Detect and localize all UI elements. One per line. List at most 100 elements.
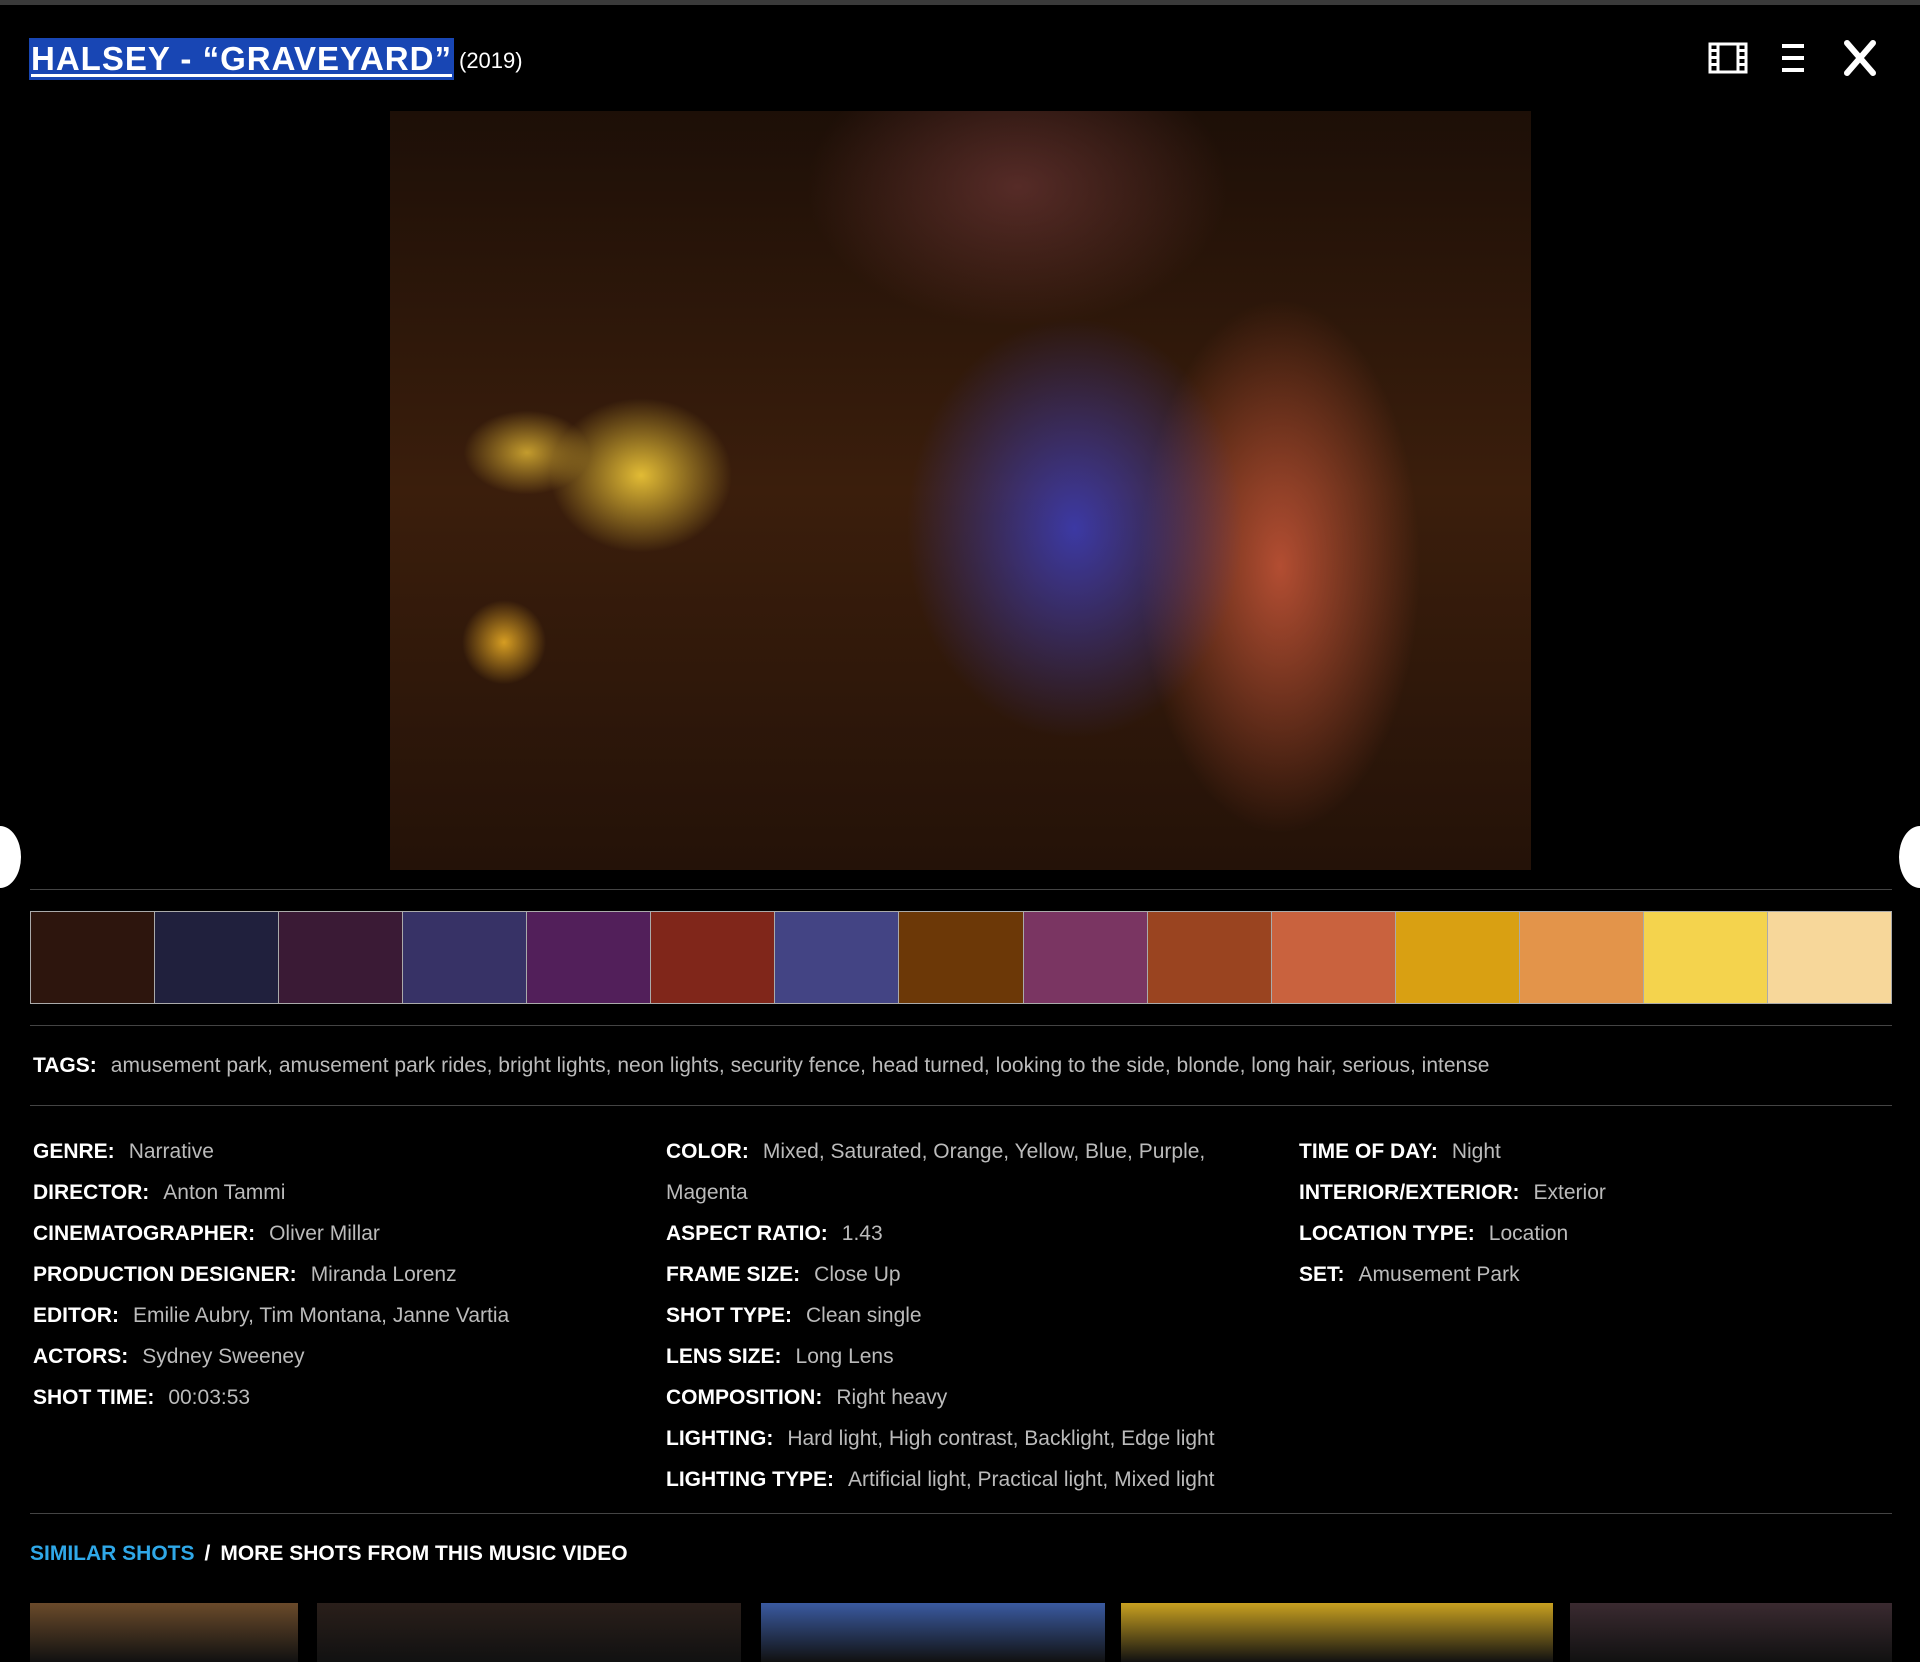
detail-label: LOCATION TYPE: (1299, 1222, 1475, 1245)
divider (30, 1105, 1892, 1106)
header: HALSEY - “GRAVEYARD” (2019) (29, 34, 1880, 84)
detail-value[interactable]: Miranda Lorenz (311, 1263, 457, 1286)
color-swatch[interactable] (651, 912, 776, 1003)
detail-label: FRAME SIZE: (666, 1263, 801, 1286)
detail-row: LENS SIZE: Long Lens (666, 1336, 1256, 1377)
detail-label: SHOT TIME: (33, 1386, 155, 1409)
color-swatch[interactable] (1767, 912, 1891, 1003)
detail-row: INTERIOR/EXTERIOR: Exterior (1299, 1172, 1606, 1213)
video-title-link[interactable]: HALSEY - “GRAVEYARD” (29, 38, 454, 80)
detail-value[interactable]: Right heavy (836, 1386, 947, 1409)
top-border (0, 0, 1920, 5)
divider (30, 1025, 1892, 1026)
detail-row: COMPOSITION: Right heavy (666, 1377, 1256, 1418)
detail-row: TIME OF DAY: Night (1299, 1131, 1606, 1172)
similar-shot-thumbnail[interactable] (30, 1603, 298, 1662)
detail-row: ASPECT RATIO: 1.43 (666, 1213, 1256, 1254)
tags-value[interactable]: amusement park, amusement park rides, br… (111, 1054, 1490, 1077)
detail-value[interactable]: 1.43 (842, 1222, 883, 1245)
detail-value[interactable]: Amusement Park (1359, 1263, 1520, 1286)
tags-row: TAGS: amusement park, amusement park ride… (33, 1054, 1489, 1078)
color-swatch[interactable] (279, 912, 404, 1003)
previous-shot-button[interactable] (0, 826, 21, 888)
color-swatch[interactable] (527, 912, 652, 1003)
detail-row: SET: Amusement Park (1299, 1254, 1606, 1295)
detail-row: LOCATION TYPE: Location (1299, 1213, 1606, 1254)
similar-shot-thumbnail[interactable] (317, 1603, 741, 1662)
detail-value[interactable]: Oliver Millar (269, 1222, 380, 1245)
detail-label: INTERIOR/EXTERIOR: (1299, 1181, 1520, 1204)
details-column-1: GENRE: Narrative DIRECTOR: Anton Tammi CINEM… (33, 1131, 509, 1418)
color-swatch[interactable] (31, 912, 156, 1003)
detail-value[interactable]: Long Lens (796, 1345, 894, 1368)
detail-label: TIME OF DAY: (1299, 1140, 1438, 1163)
detail-value[interactable]: Artificial light, Practical light, Mixed… (848, 1468, 1214, 1491)
detail-label: GENRE: (33, 1140, 115, 1163)
color-swatch[interactable] (1395, 912, 1520, 1003)
detail-row: ACTORS: Sydney Sweeney (33, 1336, 509, 1377)
detail-value[interactable]: Anton Tammi (163, 1181, 285, 1204)
detail-label: ASPECT RATIO: (666, 1222, 828, 1245)
color-palette (30, 911, 1892, 1004)
divider (30, 1513, 1892, 1514)
close-icon[interactable] (1840, 40, 1880, 76)
similar-shot-thumbnail[interactable] (1121, 1603, 1553, 1662)
detail-row: LIGHTING TYPE: Artificial light, Practica… (666, 1459, 1256, 1500)
color-swatch[interactable] (403, 912, 528, 1003)
header-actions (1708, 38, 1880, 78)
shots-tabs: SIMILAR SHOTS / MORE SHOTS FROM THIS MUSIC… (30, 1542, 628, 1566)
detail-label: COMPOSITION: (666, 1386, 823, 1409)
detail-row: DIRECTOR: Anton Tammi (33, 1172, 509, 1213)
detail-label: PRODUCTION DESIGNER: (33, 1263, 297, 1286)
detail-label: EDITOR: (33, 1304, 119, 1327)
video-year: (2019) (459, 48, 523, 73)
detail-value[interactable]: Exterior (1534, 1181, 1606, 1204)
detail-label: LIGHTING: (666, 1427, 774, 1450)
color-swatch[interactable] (899, 912, 1024, 1003)
menu-icon[interactable] (1774, 40, 1814, 76)
similar-shot-thumbnail[interactable] (761, 1603, 1105, 1662)
color-swatch[interactable] (775, 912, 900, 1003)
detail-value[interactable]: Night (1452, 1140, 1501, 1163)
detail-value[interactable]: Emilie Aubry, Tim Montana, Janne Vartia (133, 1304, 509, 1327)
detail-row: PRODUCTION DESIGNER: Miranda Lorenz (33, 1254, 509, 1295)
divider (30, 889, 1892, 890)
similar-shot-thumbnail[interactable] (1570, 1603, 1892, 1662)
detail-row: COLOR: Mixed, Saturated, Orange, Yellow, … (666, 1131, 1256, 1213)
detail-value[interactable]: Clean single (806, 1304, 922, 1327)
detail-row: GENRE: Narrative (33, 1131, 509, 1172)
detail-value[interactable]: Close Up (814, 1263, 900, 1286)
detail-value[interactable]: Hard light, High contrast, Backlight, Ed… (787, 1427, 1214, 1450)
detail-label: LIGHTING TYPE: (666, 1468, 834, 1491)
color-swatch[interactable] (1023, 912, 1148, 1003)
color-swatch[interactable] (1271, 912, 1396, 1003)
detail-label: COLOR: (666, 1140, 749, 1163)
color-swatch[interactable] (1147, 912, 1272, 1003)
detail-value[interactable]: Location (1489, 1222, 1568, 1245)
detail-value[interactable]: Narrative (129, 1140, 214, 1163)
film-icon[interactable] (1708, 40, 1748, 76)
detail-row: LIGHTING: Hard light, High contrast, Back… (666, 1418, 1256, 1459)
tab-more-shots[interactable]: MORE SHOTS FROM THIS MUSIC VIDEO (220, 1542, 627, 1565)
detail-value[interactable]: Sydney Sweeney (142, 1345, 304, 1368)
tab-similar-shots[interactable]: SIMILAR SHOTS (30, 1542, 195, 1565)
detail-row: SHOT TIME: 00:03:53 (33, 1377, 509, 1418)
detail-row: SHOT TYPE: Clean single (666, 1295, 1256, 1336)
details-column-3: TIME OF DAY: Night INTERIOR/EXTERIOR: Exter… (1299, 1131, 1606, 1295)
tags-label: TAGS: (33, 1054, 97, 1077)
detail-label: CINEMATOGRAPHER: (33, 1222, 256, 1245)
detail-label: SHOT TYPE: (666, 1304, 793, 1327)
color-swatch[interactable] (1643, 912, 1768, 1003)
color-swatch[interactable] (155, 912, 280, 1003)
detail-row: EDITOR: Emilie Aubry, Tim Montana, Janne … (33, 1295, 509, 1336)
still-frame-image (390, 111, 1531, 870)
color-swatch[interactable] (1519, 912, 1644, 1003)
thumbnail-strip (30, 1603, 1892, 1662)
detail-row: FRAME SIZE: Close Up (666, 1254, 1256, 1295)
detail-label: SET: (1299, 1263, 1345, 1286)
tab-separator: / (204, 1542, 211, 1565)
detail-label: DIRECTOR: (33, 1181, 150, 1204)
next-shot-button[interactable] (1899, 826, 1920, 888)
detail-label: LENS SIZE: (666, 1345, 782, 1368)
detail-value[interactable]: 00:03:53 (168, 1386, 250, 1409)
